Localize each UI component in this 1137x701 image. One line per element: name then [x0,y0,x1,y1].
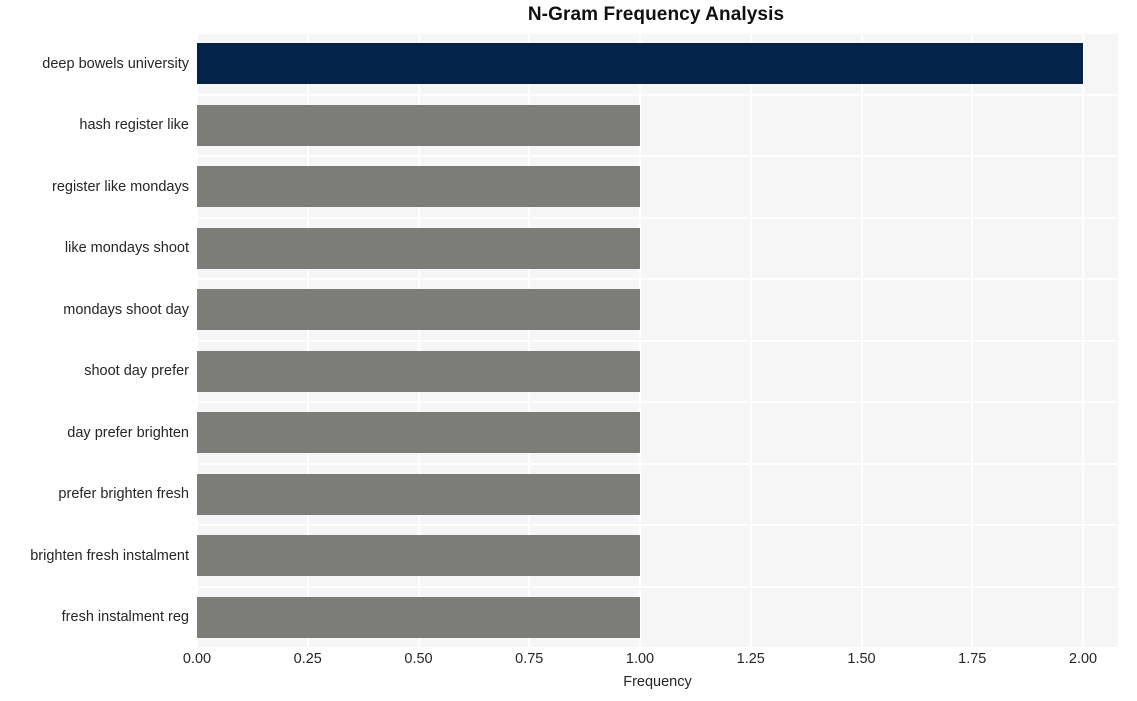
bar [197,228,640,269]
y-axis-tick-label: register like mondays [52,179,189,195]
bar [197,351,640,392]
x-axis-tick-label: 0.50 [404,651,433,667]
y-axis-tick-label: mondays shoot day [63,302,189,318]
gridline-horizontal [197,155,1118,157]
gridline-horizontal [197,94,1118,96]
x-axis-tick-label: 0.75 [515,651,544,667]
y-axis-tick-labels: deep bowels university hash register like… [0,33,189,648]
y-axis-tick-label: prefer brighten fresh [58,486,189,502]
gridline-horizontal [197,278,1118,280]
bar [197,43,1083,84]
y-axis-tick-label: like mondays shoot [64,240,189,256]
bar [197,105,640,146]
gridline-horizontal [197,463,1118,465]
y-axis-tick-label: fresh instalment reg [61,609,189,625]
gridline-horizontal [197,33,1118,34]
gridline-horizontal [197,586,1118,588]
y-axis-tick-label: hash register like [79,117,189,133]
chart-title: N-Gram Frequency Analysis [527,4,785,25]
y-axis-tick-label: shoot day prefer [84,363,189,379]
x-axis-tick-label: 0.25 [293,651,322,667]
bar [197,412,640,453]
y-axis-tick-label: deep bowels university [42,56,189,72]
plot-area [197,33,1118,648]
x-axis-tick-label: 0.00 [182,651,212,667]
gridline-horizontal [197,340,1118,342]
x-axis-tick-label: 1.00 [625,651,655,667]
x-axis-tick-label: 1.50 [847,651,876,667]
x-axis-title: Frequency [623,674,692,690]
bar [197,289,640,330]
bar [197,535,640,576]
x-axis-tick-label: 1.75 [958,651,987,667]
y-axis-tick-label: brighten fresh instalment [30,548,189,564]
bar [197,597,640,638]
gridline-horizontal [197,217,1118,219]
bar [197,474,640,515]
chart-figure: N-Gram Frequency Analysis deep bowels un… [0,0,1137,701]
gridline-horizontal [197,401,1118,403]
x-axis-tick-label: 1.25 [736,651,765,667]
x-axis-tick-labels: 0.00 0.25 0.50 0.75 1.00 1.25 1.50 1.75 2.00 [0,650,1137,674]
gridline-horizontal [197,647,1118,648]
bar [197,166,640,207]
x-axis-tick-label: 2.00 [1068,651,1098,667]
gridline-horizontal [197,524,1118,526]
y-axis-tick-label: day prefer brighten [67,425,189,441]
